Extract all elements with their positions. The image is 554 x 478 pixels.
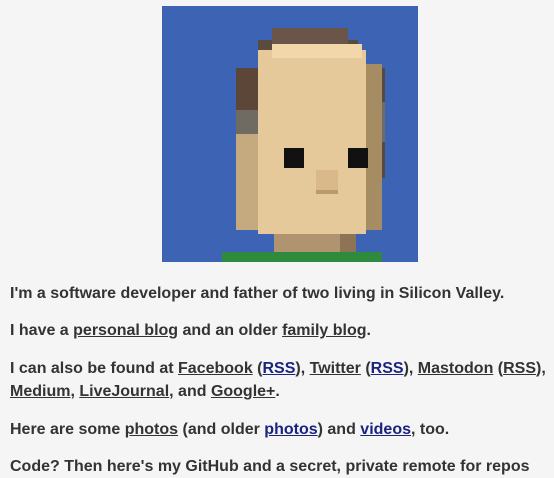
- blogs-middle: and an older: [178, 322, 283, 339]
- blogs-prefix: I have a: [10, 322, 74, 339]
- photos-link[interactable]: photos: [125, 421, 178, 438]
- videos-link[interactable]: videos: [360, 421, 411, 438]
- social-prefix: I can also be found at: [10, 360, 179, 377]
- mastodon-rss-link[interactable]: RSS: [503, 360, 536, 377]
- twitter-link[interactable]: Twitter: [310, 360, 361, 377]
- googleplus-link[interactable]: Google+: [211, 383, 275, 400]
- twitter-rss-link[interactable]: RSS: [371, 360, 404, 377]
- media-prefix: Here are some: [10, 421, 125, 438]
- mastodon-link[interactable]: Mastodon: [418, 360, 494, 377]
- personal-blog-link[interactable]: personal blog: [73, 322, 178, 339]
- family-blog-link[interactable]: family blog: [282, 322, 366, 339]
- medium-comma: ,: [70, 383, 80, 400]
- facebook-close: ),: [295, 360, 310, 377]
- mastodon-close: ),: [536, 360, 546, 377]
- social-end: .: [275, 383, 280, 400]
- media-suffix: , too.: [410, 421, 450, 438]
- intro-text: I'm a software developer and father of t…: [10, 285, 505, 302]
- facebook-rss-link[interactable]: RSS: [263, 360, 296, 377]
- social-and: , and: [169, 383, 211, 400]
- code-paragraph: Code? Then here's my GitHub and a secret…: [10, 458, 530, 475]
- media-paragraph: Here are some photos (and older photos) …: [10, 419, 449, 441]
- social-paragraph-line1: I can also be found at Facebook (RSS), T…: [10, 358, 546, 380]
- twitter-close: ),: [403, 360, 418, 377]
- media-and: ) and: [317, 421, 361, 438]
- livejournal-link[interactable]: LiveJournal: [79, 383, 169, 400]
- facebook-paren: (: [252, 360, 263, 377]
- media-older-prefix: (and older: [178, 421, 265, 438]
- blogs-paragraph: I have a personal blog and an older fami…: [10, 320, 371, 342]
- medium-link[interactable]: Medium: [10, 383, 70, 400]
- older-photos-link[interactable]: photos: [264, 421, 317, 438]
- blogs-suffix: .: [366, 322, 371, 339]
- social-paragraph-line2: Medium, LiveJournal, and Google+.: [10, 381, 280, 403]
- avatar-image: [162, 6, 418, 262]
- twitter-paren: (: [360, 360, 371, 377]
- mastodon-paren: (: [493, 360, 504, 377]
- facebook-link[interactable]: Facebook: [178, 360, 253, 377]
